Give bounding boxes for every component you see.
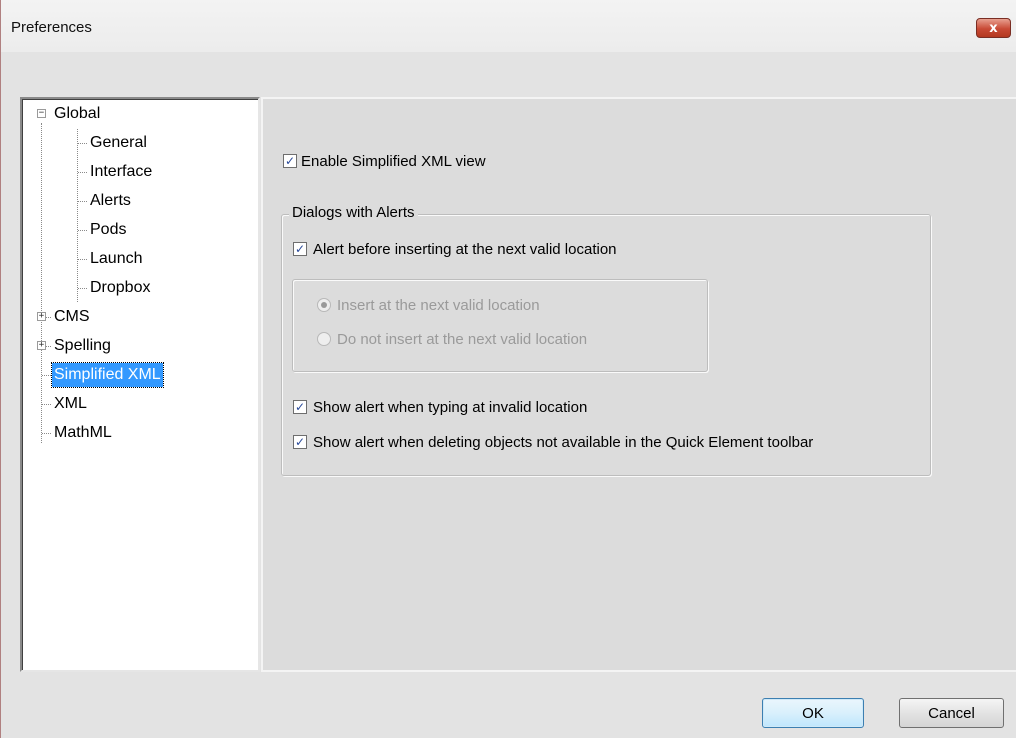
close-button[interactable]: x bbox=[976, 18, 1011, 38]
tree-connector bbox=[78, 201, 87, 202]
tree-item-alerts[interactable]: Alerts bbox=[88, 189, 133, 213]
tree-connector bbox=[78, 172, 87, 173]
tree-item-global[interactable]: Global bbox=[52, 102, 102, 126]
insert-next-valid-radio[interactable] bbox=[317, 298, 331, 312]
ok-button[interactable]: OK bbox=[762, 698, 864, 728]
preferences-tree[interactable]: − + + Global General Interface Alerts Po… bbox=[20, 97, 260, 672]
dialog-body: − + + Global General Interface Alerts Po… bbox=[11, 88, 1016, 676]
tree-connector bbox=[41, 123, 42, 443]
tree-item-spelling[interactable]: Spelling bbox=[52, 334, 113, 358]
close-icon: x bbox=[989, 20, 998, 36]
enable-simplified-checkbox[interactable]: ✓ bbox=[283, 154, 297, 168]
tree-item-label: MathML bbox=[54, 424, 112, 441]
tree-connector bbox=[42, 404, 51, 405]
checkmark-icon: ✓ bbox=[294, 400, 306, 414]
cancel-button[interactable]: Cancel bbox=[899, 698, 1004, 728]
tree-item-cms[interactable]: CMS bbox=[52, 305, 92, 329]
checkmark-icon: ✓ bbox=[294, 435, 306, 449]
cancel-button-label: Cancel bbox=[928, 704, 975, 722]
checkmark-icon: ✓ bbox=[284, 154, 296, 168]
settings-panel: ✓ Enable Simplified XML view Dialogs wit… bbox=[261, 97, 1016, 672]
group-legend: Dialogs with Alerts bbox=[289, 204, 418, 221]
tree-item-label: XML bbox=[54, 395, 87, 412]
tree-connector bbox=[78, 143, 87, 144]
tree-item-label: Global bbox=[54, 105, 101, 122]
tree-item-general[interactable]: General bbox=[88, 131, 149, 155]
tree-connector bbox=[77, 129, 78, 302]
tree-item-label: Alerts bbox=[90, 192, 131, 209]
tree-connector bbox=[42, 375, 51, 376]
show-alert-deleting-checkbox[interactable]: ✓ bbox=[293, 435, 307, 449]
insert-next-valid-label: Insert at the next valid location bbox=[337, 297, 540, 314]
tree-item-label: Interface bbox=[90, 163, 153, 180]
tree-connector bbox=[78, 230, 87, 231]
enable-simplified-label: Enable Simplified XML view bbox=[301, 153, 486, 170]
title-bar[interactable]: Preferences x bbox=[1, 0, 1016, 52]
expand-icon[interactable]: + bbox=[37, 312, 46, 321]
tree-item-simplified-xml[interactable]: Simplified XML bbox=[51, 362, 164, 388]
tree-item-xml[interactable]: XML bbox=[52, 392, 89, 416]
tree-connector bbox=[78, 259, 87, 260]
tree-item-label: Pods bbox=[90, 221, 127, 238]
tree-item-interface[interactable]: Interface bbox=[88, 160, 154, 184]
show-alert-invalid-checkbox[interactable]: ✓ bbox=[293, 400, 307, 414]
tree-item-dropbox[interactable]: Dropbox bbox=[88, 276, 152, 300]
insert-options-group bbox=[292, 279, 708, 372]
tree-item-mathml[interactable]: MathML bbox=[52, 421, 114, 445]
tree-item-label: Dropbox bbox=[90, 279, 151, 296]
alert-before-inserting-label: Alert before inserting at the next valid… bbox=[313, 241, 617, 258]
expand-icon[interactable]: + bbox=[37, 341, 46, 350]
tree-item-label: Launch bbox=[90, 250, 143, 267]
do-not-insert-radio[interactable] bbox=[317, 332, 331, 346]
do-not-insert-label: Do not insert at the next valid location bbox=[337, 331, 588, 348]
tree-item-label: Spelling bbox=[54, 337, 111, 354]
tree-item-label: CMS bbox=[54, 308, 90, 325]
checkmark-icon: ✓ bbox=[294, 242, 306, 256]
tree-connector bbox=[42, 433, 51, 434]
alert-before-inserting-checkbox[interactable]: ✓ bbox=[293, 242, 307, 256]
collapse-icon[interactable]: − bbox=[37, 109, 46, 118]
tree-item-pods[interactable]: Pods bbox=[88, 218, 128, 242]
tree-item-label: Simplified XML bbox=[51, 362, 164, 388]
show-alert-deleting-label: Show alert when deleting objects not ava… bbox=[313, 434, 814, 451]
show-alert-invalid-label: Show alert when typing at invalid locati… bbox=[313, 399, 588, 416]
ok-button-label: OK bbox=[802, 704, 824, 722]
tree-connector bbox=[78, 288, 87, 289]
tree-item-launch[interactable]: Launch bbox=[88, 247, 145, 271]
window-title: Preferences bbox=[11, 19, 92, 36]
tree-item-label: General bbox=[90, 134, 147, 151]
preferences-window: Preferences x − + + Global General Inter… bbox=[0, 0, 1016, 738]
